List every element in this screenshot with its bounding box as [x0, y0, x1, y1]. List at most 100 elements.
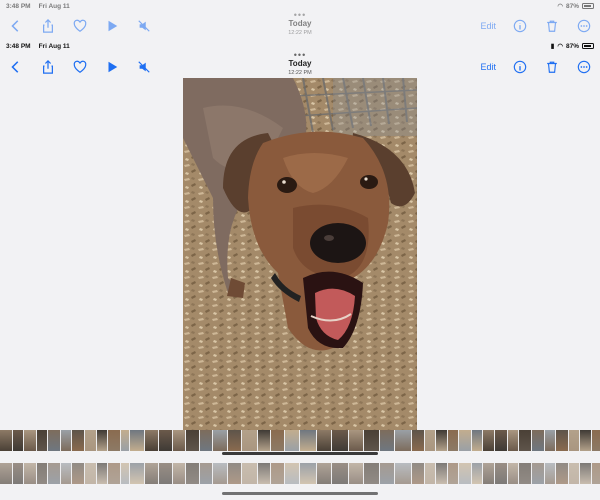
thumbnail[interactable] [121, 463, 129, 484]
thumbnail[interactable] [0, 430, 12, 451]
scrubber-bar[interactable] [222, 452, 378, 455]
thumbnail[interactable] [72, 430, 84, 451]
thumbnail[interactable] [108, 430, 120, 451]
thumbnail[interactable] [300, 463, 316, 484]
thumbnail[interactable] [448, 430, 458, 451]
page-subtitle: 12:22 PM [288, 70, 312, 76]
thumbnail[interactable] [508, 463, 518, 484]
thumbnail[interactable] [459, 463, 471, 484]
thumbnail[interactable] [483, 430, 494, 451]
thumbnail[interactable] [213, 430, 227, 451]
thumbnail[interactable] [349, 430, 363, 451]
thumbnail[interactable] [97, 463, 107, 484]
thumbnail[interactable] [508, 430, 518, 451]
thumbnail[interactable] [395, 463, 411, 484]
thumbnail[interactable] [61, 430, 71, 451]
thumbnail[interactable] [364, 463, 379, 484]
thumbnail[interactable] [519, 463, 531, 484]
thumbnail[interactable] [317, 463, 331, 484]
thumbnail[interactable] [271, 430, 284, 451]
thumbnail[interactable] [37, 463, 47, 484]
thumbnail[interactable] [556, 430, 568, 451]
photo-viewer[interactable] [0, 78, 600, 430]
thumbnail[interactable] [332, 430, 348, 451]
thumbnail[interactable] [242, 463, 257, 484]
thumbnail[interactable] [545, 430, 555, 451]
thumbnail[interactable] [97, 430, 107, 451]
thumbnail[interactable] [412, 463, 424, 484]
thumbnail[interactable] [24, 463, 36, 484]
mute-icon [136, 18, 152, 34]
thumbnail[interactable] [364, 430, 379, 451]
thumbnail[interactable] [483, 463, 494, 484]
thumbnail[interactable] [412, 430, 424, 451]
thumbnail[interactable] [258, 463, 270, 484]
thumbnail[interactable] [300, 430, 316, 451]
thumbnail[interactable] [145, 463, 158, 484]
thumbnail[interactable] [130, 430, 144, 451]
thumbnail[interactable] [592, 463, 600, 484]
thumbnail[interactable] [580, 430, 591, 451]
thumbnail[interactable] [121, 430, 129, 451]
thumbnail[interactable] [13, 463, 23, 484]
thumbnail[interactable] [569, 430, 579, 451]
dog-photo[interactable] [183, 78, 417, 430]
thumbnail[interactable] [200, 430, 212, 451]
thumbnail[interactable] [159, 430, 172, 451]
thumbnail-strip[interactable] [0, 430, 600, 451]
thumbnail[interactable] [285, 430, 299, 451]
thumbnail[interactable] [425, 463, 435, 484]
thumbnail[interactable] [85, 430, 96, 451]
thumbnail[interactable] [159, 463, 172, 484]
thumbnail[interactable] [436, 430, 447, 451]
thumbnail[interactable] [37, 430, 47, 451]
grabber-dots[interactable]: ••• [0, 51, 600, 60]
thumbnail[interactable] [228, 463, 241, 484]
thumbnail[interactable] [24, 430, 36, 451]
thumbnail[interactable] [472, 463, 482, 484]
thumbnail[interactable] [349, 463, 363, 484]
thumbnail[interactable] [72, 463, 84, 484]
thumbnail[interactable] [556, 463, 568, 484]
thumbnail[interactable] [285, 463, 299, 484]
thumbnail[interactable] [271, 463, 284, 484]
thumbnail[interactable] [380, 430, 394, 451]
thumbnail[interactable] [580, 463, 591, 484]
thumbnail[interactable] [448, 463, 458, 484]
thumbnail[interactable] [569, 463, 579, 484]
thumbnail[interactable] [186, 430, 199, 451]
thumbnail[interactable] [108, 463, 120, 484]
status-date: Fri Aug 11 [38, 42, 70, 50]
thumbnail[interactable] [332, 463, 348, 484]
thumbnail[interactable] [495, 430, 507, 451]
thumbnail[interactable] [545, 463, 555, 484]
thumbnail[interactable] [200, 463, 212, 484]
thumbnail[interactable] [85, 463, 96, 484]
thumbnail[interactable] [380, 463, 394, 484]
thumbnail[interactable] [145, 430, 158, 451]
thumbnail[interactable] [258, 430, 270, 451]
thumbnail[interactable] [48, 430, 60, 451]
thumbnail[interactable] [173, 430, 185, 451]
thumbnail[interactable] [13, 430, 23, 451]
thumbnail[interactable] [532, 463, 544, 484]
thumbnail[interactable] [61, 463, 71, 484]
thumbnail[interactable] [173, 463, 185, 484]
thumbnail[interactable] [459, 430, 471, 451]
thumbnail[interactable] [532, 430, 544, 451]
thumbnail[interactable] [228, 430, 241, 451]
thumbnail[interactable] [425, 430, 435, 451]
thumbnail[interactable] [472, 430, 482, 451]
thumbnail[interactable] [213, 463, 227, 484]
thumbnail[interactable] [48, 463, 60, 484]
thumbnail[interactable] [592, 430, 600, 451]
thumbnail[interactable] [317, 430, 331, 451]
thumbnail[interactable] [130, 463, 144, 484]
thumbnail[interactable] [242, 430, 257, 451]
thumbnail[interactable] [436, 463, 447, 484]
thumbnail[interactable] [186, 463, 199, 484]
thumbnail[interactable] [0, 463, 12, 484]
thumbnail[interactable] [519, 430, 531, 451]
thumbnail[interactable] [495, 463, 507, 484]
thumbnail[interactable] [395, 430, 411, 451]
